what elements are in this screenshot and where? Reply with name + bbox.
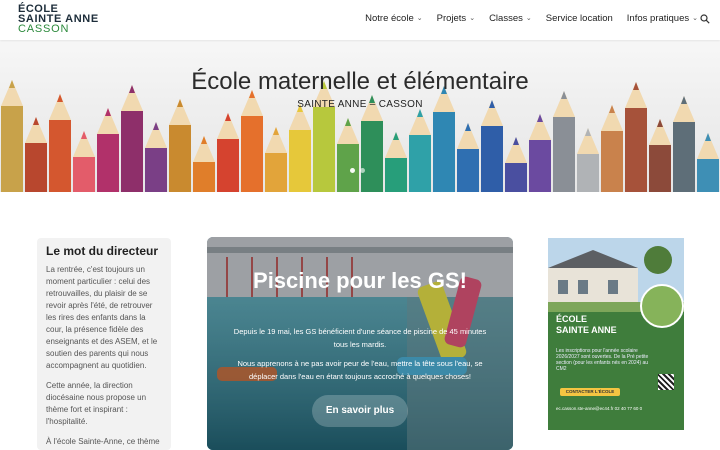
pencil	[697, 133, 719, 192]
slider-dot[interactable]	[350, 168, 355, 173]
site-logo[interactable]: ÉCOLE SAINTE ANNE CASSON	[18, 4, 99, 35]
enrollment-poster[interactable]: ÉCOLE SAINTE ANNE Les inscriptions pour …	[548, 238, 684, 430]
pencil	[97, 108, 119, 192]
poster-info: Les inscriptions pour l'année scolaire 2…	[556, 348, 649, 372]
hero-title: École maternelle et élémentaire	[191, 68, 529, 95]
card-title: Piscine pour les GS!	[253, 268, 467, 293]
nav-label: Notre école	[365, 13, 414, 24]
pencil	[529, 114, 551, 192]
chevron-down-icon: ⌄	[469, 14, 476, 22]
slider-dots	[350, 168, 365, 173]
read-more-button[interactable]: En savoir plus	[312, 395, 408, 427]
pencil	[313, 81, 335, 192]
pencil	[193, 136, 215, 192]
poster-footer: ec.casson.ste-anne@ec44.fr 02 40 77 60 0	[556, 406, 643, 411]
nav-label: Classes	[489, 13, 523, 24]
director-paragraph: La rentrée, c'est toujours un moment par…	[46, 265, 158, 370]
chevron-down-icon: ⌄	[525, 14, 532, 22]
hero-subtitle: SAINTE ANNE – CASSON	[297, 99, 423, 110]
pencil	[505, 137, 527, 192]
pencil	[457, 123, 479, 192]
poster-title-line-2: SAINTE ANNE	[556, 325, 617, 335]
pencil	[409, 109, 431, 192]
director-message: Le mot du directeur La rentrée, c'est to…	[37, 238, 171, 450]
pencil	[673, 96, 695, 192]
pencil	[649, 119, 671, 192]
nav-item-infos-pratiques[interactable]: Infos pratiques ⌄	[627, 13, 698, 24]
nav-label: Service location	[545, 13, 613, 24]
slider-dot[interactable]	[360, 168, 365, 173]
pencil	[265, 127, 287, 192]
site-header: ÉCOLE SAINTE ANNE CASSON Notre école ⌄ P…	[0, 0, 720, 40]
hero-slider: École maternelle et élémentaire SAINTE A…	[0, 40, 720, 192]
pencil	[481, 100, 503, 192]
poster-title-line-1: ÉCOLE	[556, 314, 588, 324]
pencil	[1, 80, 23, 192]
director-paragraph: À l'école Sainte-Anne, ce thème prend to…	[46, 437, 160, 450]
pencil	[73, 131, 95, 192]
nav-label: Infos pratiques	[626, 13, 690, 24]
pencil	[337, 118, 359, 192]
main-nav: Notre école ⌄ Projets ⌄ Classes ⌄ Servic…	[365, 13, 698, 24]
pencil	[601, 105, 623, 192]
chevron-down-icon: ⌄	[692, 14, 698, 22]
qr-code-icon	[658, 374, 674, 390]
director-paragraph: Cette année, la direction diocésaine nou…	[46, 381, 147, 426]
news-card: Piscine pour les GS! Depuis le 19 mai, l…	[207, 237, 513, 450]
children-photo-circle	[640, 284, 684, 328]
pencil	[385, 132, 407, 192]
logo-line-3: CASSON	[18, 23, 70, 35]
card-paragraph: Nous apprenons à ne pas avoir peur de l'…	[237, 359, 483, 381]
pencil	[577, 128, 599, 192]
director-heading: Le mot du directeur	[46, 244, 159, 258]
card-paragraph: Depuis le 19 mai, les GS bénéficient d'u…	[233, 327, 487, 349]
pencil	[289, 104, 311, 192]
nav-item-projets[interactable]: Projets ⌄	[437, 13, 475, 24]
poster-contact-button: CONTACTER L'ÉCOLE	[560, 388, 620, 396]
nav-item-classes[interactable]: Classes ⌄	[489, 13, 532, 24]
card-text: Depuis le 19 mai, les GS bénéficient d'u…	[229, 325, 491, 389]
pencil	[217, 113, 239, 192]
pencil	[25, 117, 47, 192]
nav-item-notre-ecole[interactable]: Notre école ⌄	[365, 13, 422, 24]
pencil	[169, 99, 191, 192]
search-icon[interactable]	[700, 14, 710, 24]
nav-label: Projets	[436, 13, 467, 24]
pencil	[145, 122, 167, 192]
nav-item-service-location[interactable]: Service location	[546, 13, 613, 24]
chevron-down-icon: ⌄	[416, 14, 423, 22]
